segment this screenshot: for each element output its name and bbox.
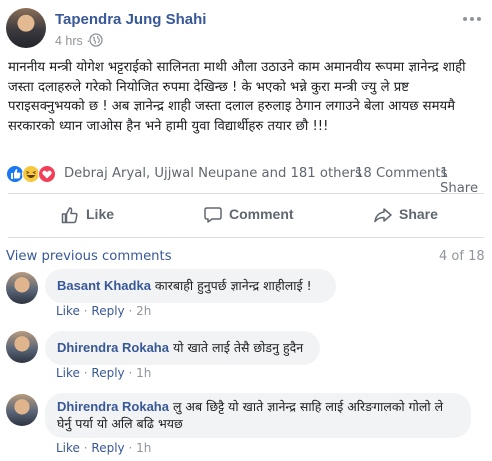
globe-icon — [89, 33, 103, 47]
comment-icon — [204, 207, 222, 223]
comment-author[interactable]: Dhirendra Rokaha — [57, 399, 169, 414]
thumbs-up-icon — [61, 207, 78, 224]
post-time[interactable]: 4 hrs · — [55, 34, 90, 48]
comment-time[interactable]: 1h — [136, 441, 151, 455]
comment-reply-link[interactable]: Reply — [91, 366, 124, 380]
comment-label: Comment — [229, 206, 294, 222]
like-icon — [6, 165, 24, 183]
comment-bubble: Basant Khadka कारबाही हुनुपर्छ ज्ञानेन्द्… — [45, 269, 336, 303]
reactors-names[interactable]: Debraj Aryal, Ujjwal Neupane and 181 oth… — [64, 166, 362, 181]
comment-meta: Like · Reply · 2h — [56, 304, 152, 318]
reaction-icons — [6, 165, 56, 183]
commenter-avatar[interactable] — [6, 394, 38, 426]
comment-author[interactable]: Dhirendra Rokaha — [57, 340, 169, 355]
comment-like-link[interactable]: Like — [56, 304, 80, 318]
comment-meta: Like · Reply · 1h — [56, 441, 152, 455]
comment-text: कारबाही हुनुपर्छ ज्ञानेन्द्र शाहीलाई ! — [154, 278, 312, 293]
love-icon — [38, 165, 56, 183]
share-icon — [374, 208, 392, 223]
comment-reply-link[interactable]: Reply — [91, 441, 124, 455]
share-label: Share — [399, 206, 438, 222]
view-previous-comments-link[interactable]: View previous comments — [6, 249, 172, 264]
comments-count[interactable]: 18 Comments — [355, 166, 447, 181]
comment-meta: Like · Reply · 1h — [56, 366, 152, 380]
shares-count[interactable]: 1 Share — [440, 166, 486, 196]
comment-like-link[interactable]: Like — [56, 366, 80, 380]
comment-text: यो खाते लाई तेसै छोडनु हुदैन — [172, 340, 304, 355]
post-text: माननीय मन्त्री योगेश भट्टराईको सालिनता म… — [8, 60, 466, 134]
comment-reply-link[interactable]: Reply — [91, 304, 124, 318]
post: Tapendra Jung Shahi 4 hrs · माननीय मन्त्… — [0, 0, 492, 461]
divider — [8, 193, 484, 194]
like-label: Like — [86, 206, 115, 222]
comment-bubble: Dhirendra Rokaha लु अब छिट्टै यो खाते ज्ञ… — [45, 393, 471, 438]
comment-button[interactable]: Comment — [203, 205, 303, 225]
comment-time[interactable]: 1h — [136, 366, 151, 380]
comment-bubble: Dhirendra Rokaha यो खाते लाई तेसै छोडनु ह… — [45, 331, 320, 365]
share-button[interactable]: Share — [373, 205, 443, 225]
reactions-summary[interactable]: Debraj Aryal, Ujjwal Neupane and 181 oth… — [6, 163, 486, 196]
commenter-avatar[interactable] — [6, 331, 38, 363]
author-avatar[interactable] — [6, 8, 46, 48]
more-options-icon[interactable] — [460, 12, 484, 26]
haha-icon — [22, 165, 40, 183]
like-button[interactable]: Like — [60, 205, 140, 225]
divider — [8, 237, 484, 238]
comment-time[interactable]: 2h — [136, 304, 151, 318]
comment-author[interactable]: Basant Khadka — [57, 278, 151, 293]
commenter-avatar[interactable] — [6, 272, 38, 304]
author-name[interactable]: Tapendra Jung Shahi — [55, 11, 206, 28]
comment-like-link[interactable]: Like — [56, 441, 80, 455]
comments-page-count: 4 of 18 — [439, 249, 485, 264]
